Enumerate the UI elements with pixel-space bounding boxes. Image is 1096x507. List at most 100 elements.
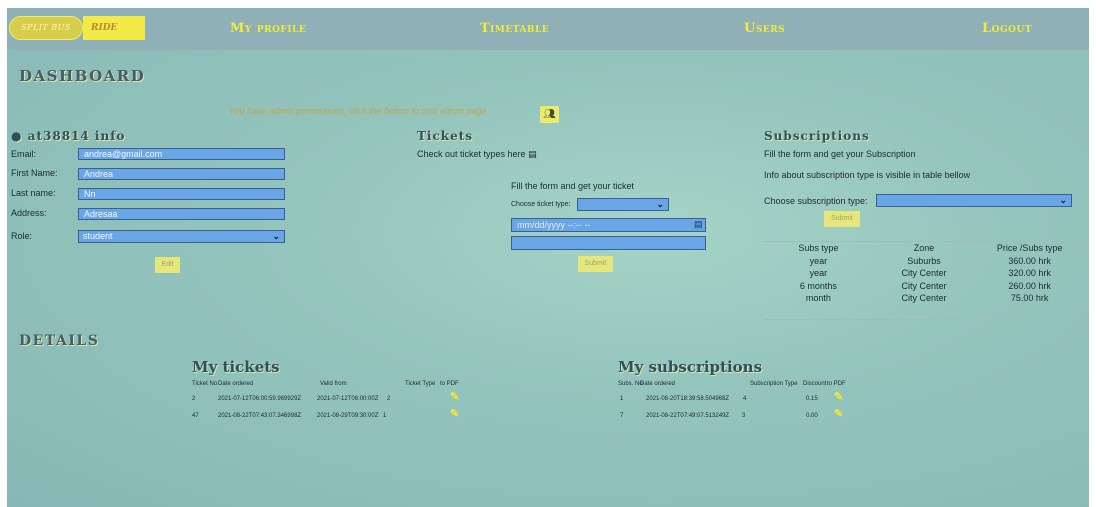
table-cell: year [809, 268, 828, 279]
subscription-type-label: Choose subscription type: [764, 196, 868, 206]
nav-timetable[interactable]: Timetable [480, 21, 549, 36]
nav-logout[interactable]: Logout [982, 21, 1032, 36]
chevron-down-icon: ⌄ [1059, 195, 1067, 205]
table-cell: 3 [742, 413, 746, 419]
table-header: to PDF [440, 381, 459, 387]
table-cell: City Center [901, 268, 947, 279]
table-cell: 2021-08-20T18:39:58.504968Z [646, 396, 730, 402]
edit-button[interactable]: Edit [155, 257, 180, 273]
table-cell: 360.00 hrk [1008, 255, 1051, 266]
subscription-type-select[interactable]: ⌄ [876, 194, 1072, 207]
subscription-types-table: Subs type Zone Price /Subs type year Sub… [764, 241, 1084, 320]
table-cell: 2021-08-29T09:30:00Z [317, 413, 379, 419]
last-name-field[interactable]: Nn [78, 188, 285, 200]
logo-right-text: RIDE [83, 16, 145, 40]
subscriptions-line2: Info about subscription type is visible … [764, 170, 971, 180]
subscription-submit-button[interactable]: Submit [824, 211, 860, 227]
table-header: Date ordered [640, 381, 676, 387]
nav-users[interactable]: Users [744, 21, 785, 36]
table-cell: 47 [192, 413, 199, 419]
table-cell: 2 [192, 396, 196, 402]
table-cell: 4 [743, 396, 747, 402]
table-cell: year [809, 255, 828, 266]
table-header: Zone [913, 243, 935, 254]
table-cell: City Center [901, 293, 947, 304]
chevron-down-icon: ⌄ [656, 199, 664, 209]
table-header: Ticket Type [405, 381, 436, 387]
ticket-types-text: Check out ticket types here ▤ [417, 149, 537, 160]
pdf-pencil-icon[interactable]: ✎ [834, 390, 843, 403]
admin-page-button[interactable]: 👥︎ [540, 106, 559, 123]
table-cell: 2021-07-12T06:00:59.969929Z [218, 396, 302, 402]
pdf-pencil-icon[interactable]: ✎ [834, 407, 843, 420]
table-row: 6 months City Center 260.00 hrk [764, 280, 1084, 293]
table-header: Subscription Type [750, 381, 798, 387]
table-cell: 2021-08-22T07:49:07.513249Z [646, 413, 730, 419]
table-row: month City Center 75.00 hrk [764, 292, 1084, 305]
email-field[interactable]: andrea@gmail.com [78, 148, 285, 160]
table-cell: 260.00 hrk [1008, 280, 1051, 291]
table-row: year Suburbs 360.00 hrk [764, 255, 1084, 268]
details-title: DETAILS [19, 333, 100, 349]
first-name-field[interactable]: Andrea [78, 168, 285, 180]
table-header: to PDF [827, 381, 846, 387]
users-icon: 👥︎ [543, 109, 556, 120]
table-row: year City Center 320.00 hrk [764, 267, 1084, 280]
table-cell: Suburbs [907, 255, 941, 266]
user-info-title-text: at38814 info [27, 129, 126, 143]
subscriptions-line1: Fill the form and get your Subscription [764, 149, 916, 159]
address-label: Address: [11, 208, 47, 218]
table-cell: City Center [901, 280, 947, 291]
pdf-pencil-icon[interactable]: ✎ [450, 407, 459, 420]
table-header: Subs. No [618, 381, 643, 387]
ticket-extra-input[interactable] [511, 236, 706, 250]
table-cell: 2021-08-22T07:43:07.346998Z [218, 413, 302, 419]
subscriptions-title: Subscriptions [764, 129, 870, 143]
ticket-date-input[interactable]: mm/dd/yyyy --:-- -- [511, 218, 706, 232]
email-label: Email: [11, 149, 37, 159]
table-icon[interactable]: ▤ [528, 150, 537, 160]
address-field[interactable]: Adresaa [78, 208, 285, 220]
table-header: Ticket No [192, 381, 218, 387]
role-select-value: student [83, 231, 113, 241]
role-select[interactable]: student ⌄ [78, 230, 285, 243]
table-header: Valid from [320, 381, 347, 387]
first-name-label: First Name: [11, 168, 58, 178]
dashboard-title: DASHBOARD [19, 67, 146, 85]
table-header: Discount [803, 381, 827, 387]
table-header: Subs type [798, 243, 839, 254]
table-cell: 320.00 hrk [1008, 268, 1051, 279]
tickets-title: Tickets [417, 129, 474, 143]
app-logo[interactable]: SPLIT BUS RIDE [9, 16, 147, 40]
last-name-label: Last name: [11, 188, 56, 198]
table-cell: 1 [620, 396, 624, 402]
table-cell: 0.00 [806, 413, 818, 419]
ticket-type-label: Choose ticket type: [511, 201, 571, 208]
user-info-title: ● at38814 info [11, 129, 125, 143]
table-cell: 6 months [799, 280, 837, 291]
ticket-type-select[interactable]: ⌄ [577, 198, 669, 211]
nav-my-profile[interactable]: My profile [230, 21, 306, 36]
logo-left-text: SPLIT BUS [9, 16, 83, 40]
calendar-icon[interactable]: ▤ [694, 219, 703, 230]
table-cell: 7 [620, 413, 624, 419]
table-cell: 2021-07-12T06:00:00Z [317, 396, 379, 402]
table-header-row: Subs type Zone Price /Subs type [764, 242, 1084, 255]
my-subscriptions-title: My subscriptions [618, 358, 763, 376]
ticket-types-label: Check out ticket types here [417, 149, 526, 159]
table-cell: 75.00 hrk [1010, 293, 1049, 304]
table-cell: 1 [383, 413, 387, 419]
chevron-down-icon: ⌄ [272, 231, 280, 241]
table-cell: 0.15 [806, 396, 818, 402]
my-tickets-title: My tickets [192, 358, 280, 376]
ticket-form-title: Fill the form and get your ticket [511, 181, 635, 191]
table-header: Price /Subs type [996, 243, 1063, 254]
ticket-submit-button[interactable]: Submit [578, 256, 613, 272]
pdf-pencil-icon[interactable]: ✎ [450, 390, 459, 403]
role-label: Role: [11, 231, 33, 241]
table-cell: month [805, 293, 831, 304]
user-icon: ● [11, 129, 23, 143]
admin-permission-text: You have admin permissions, click the bu… [229, 106, 487, 116]
table-cell: 2 [387, 396, 391, 402]
app-root: SPLIT BUS RIDE My profile Timetable User… [7, 8, 1089, 507]
